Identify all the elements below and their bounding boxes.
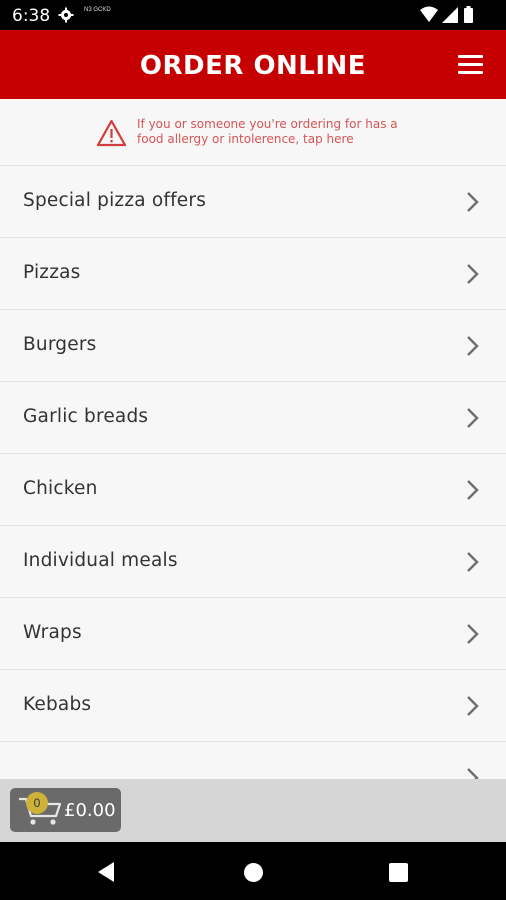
chevron-right-icon [467, 696, 479, 716]
allergy-notice[interactable]: If you or someone you're ordering for ha… [0, 99, 506, 166]
allergy-notice-text: If you or someone you're ordering for ha… [137, 117, 398, 146]
chevron-right-icon [467, 192, 479, 212]
app-bar: ORDER ONLINE [0, 30, 506, 99]
hamburger-menu-icon[interactable] [458, 55, 486, 75]
status-time: 6:38 [12, 6, 51, 26]
notification-icon: N3 GCKD [84, 7, 111, 13]
category-label: Chicken [23, 478, 98, 499]
category-row-garlic-breads[interactable]: Garlic breads [0, 382, 506, 454]
recent-apps-icon[interactable] [389, 863, 408, 882]
category-row-partial[interactable] [0, 742, 506, 779]
category-row-pizzas[interactable]: Pizzas [0, 238, 506, 310]
cart-bar: 0 £0.00 [0, 779, 506, 842]
home-icon[interactable] [244, 863, 263, 882]
category-label: Garlic breads [23, 406, 149, 427]
category-label: Kebabs [23, 694, 92, 715]
page-title: ORDER ONLINE [139, 51, 367, 81]
signal-icon [442, 7, 458, 23]
category-label: Special pizza offers [23, 190, 207, 211]
chevron-right-icon [467, 624, 479, 644]
chevron-right-icon [467, 768, 479, 779]
chevron-right-icon [467, 552, 479, 572]
warning-icon [96, 119, 127, 147]
system-nav-bar [0, 842, 506, 900]
cart-total: £0.00 [64, 800, 116, 821]
status-bar: 6:38 N3 GCKD [0, 0, 506, 30]
settings-icon [58, 7, 74, 23]
cart-button[interactable]: 0 £0.00 [10, 788, 121, 832]
chevron-right-icon [467, 264, 479, 284]
category-label: Pizzas [23, 262, 81, 283]
status-icons [420, 6, 473, 23]
menu-category-list: Special pizza offers Pizzas Burgers Garl… [0, 166, 506, 779]
chevron-right-icon [467, 480, 479, 500]
cart-count-badge: 0 [26, 792, 48, 814]
back-icon[interactable] [96, 861, 116, 883]
category-label: Burgers [23, 334, 97, 355]
category-label: Individual meals [23, 550, 178, 571]
category-row-wraps[interactable]: Wraps [0, 598, 506, 670]
category-row-chicken[interactable]: Chicken [0, 454, 506, 526]
category-row-special-pizza-offers[interactable]: Special pizza offers [0, 166, 506, 238]
chevron-right-icon [467, 408, 479, 428]
chevron-right-icon [467, 336, 479, 356]
battery-icon [464, 8, 473, 23]
category-row-kebabs[interactable]: Kebabs [0, 670, 506, 742]
category-row-individual-meals[interactable]: Individual meals [0, 526, 506, 598]
category-label: Wraps [23, 622, 82, 643]
category-row-burgers[interactable]: Burgers [0, 310, 506, 382]
wifi-icon [420, 6, 438, 22]
